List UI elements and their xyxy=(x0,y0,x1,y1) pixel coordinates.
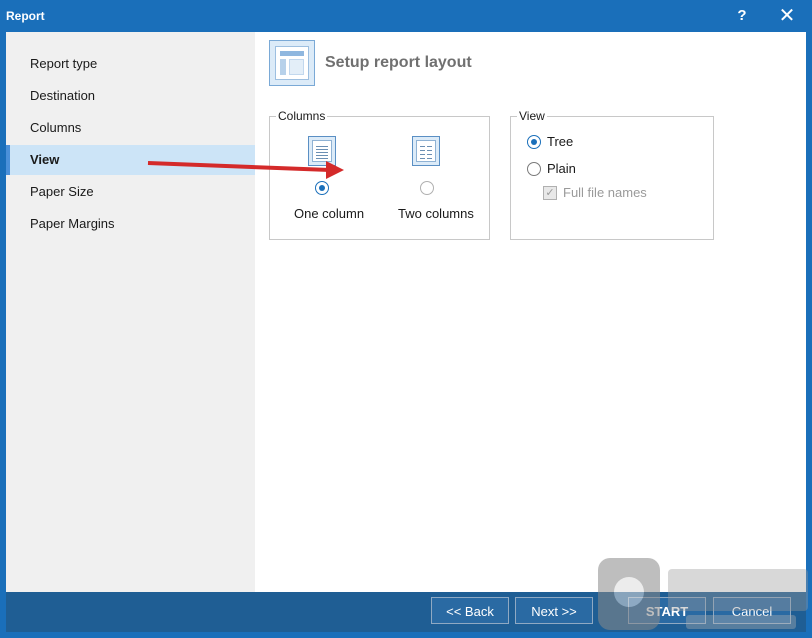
columns-group: Columns One column Two columns xyxy=(269,109,490,240)
start-button[interactable]: START xyxy=(628,597,706,624)
sidebar-item-view[interactable]: View xyxy=(6,145,255,175)
tree-label: Tree xyxy=(547,134,574,149)
sidebar-item-columns[interactable]: Columns xyxy=(6,113,255,143)
tree-radio[interactable] xyxy=(527,135,541,149)
sidebar-item-paper-margins[interactable]: Paper Margins xyxy=(6,209,255,239)
plain-label: Plain xyxy=(547,161,576,176)
layout-icon xyxy=(269,40,315,86)
dialog-client: Report type Destination Columns View Pap… xyxy=(6,32,806,632)
one-column-radio[interactable] xyxy=(315,181,329,195)
sidebar: Report type Destination Columns View Pap… xyxy=(6,32,255,592)
next-button[interactable]: Next >> xyxy=(515,597,593,624)
two-columns-label: Two columns xyxy=(398,206,474,221)
page-title: Setup report layout xyxy=(325,54,472,71)
title-bar: Report ? ✕ xyxy=(0,0,812,32)
one-column-label: One column xyxy=(294,206,365,221)
footer: << Back Next >> START Cancel xyxy=(6,592,806,632)
full-file-names-label: Full file names xyxy=(563,185,647,200)
columns-legend: Columns xyxy=(276,109,328,123)
two-columns-radio[interactable] xyxy=(420,181,434,195)
view-group: View Tree Plain ✓ Full file names xyxy=(510,109,714,240)
sidebar-item-report-type[interactable]: Report type xyxy=(6,49,255,79)
window-title: Report xyxy=(6,9,45,23)
cancel-button[interactable]: Cancel xyxy=(713,597,791,624)
back-button[interactable]: << Back xyxy=(431,597,509,624)
close-button[interactable]: ✕ xyxy=(772,4,802,28)
full-file-names-checkbox[interactable]: ✓ xyxy=(543,186,557,200)
help-button[interactable]: ? xyxy=(728,4,756,28)
view-legend: View xyxy=(517,109,547,123)
one-column-icon xyxy=(308,136,336,166)
plain-radio[interactable] xyxy=(527,162,541,176)
two-columns-icon xyxy=(412,136,440,166)
sidebar-item-paper-size[interactable]: Paper Size xyxy=(6,177,255,207)
sidebar-item-destination[interactable]: Destination xyxy=(6,81,255,111)
